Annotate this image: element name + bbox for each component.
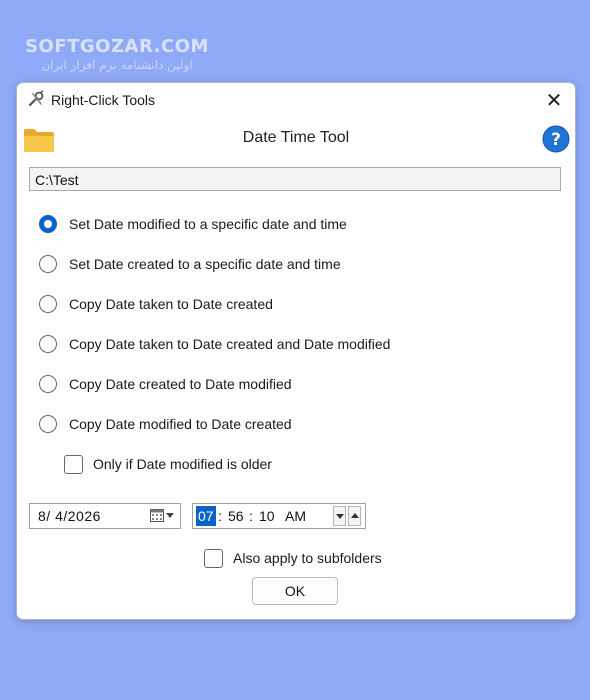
chevron-down-icon	[336, 514, 344, 519]
close-icon: ✕	[545, 89, 563, 112]
time-separator: :	[218, 508, 222, 524]
svg-text:?: ?	[551, 130, 561, 150]
watermark-subtitle: اولین دانشنامه نرم افزار ایران	[41, 58, 193, 72]
watermark: SOFTGOZAR.COM اولین دانشنامه نرم افزار ا…	[12, 36, 222, 72]
subfolders-checkbox[interactable]	[204, 548, 223, 568]
subfolders-label: Also apply to subfolders	[233, 550, 382, 566]
option-label: Copy Date modified to Date created	[69, 416, 292, 432]
time-spin-down-button[interactable]	[333, 506, 346, 526]
option-copy-created-to-modified[interactable]: Copy Date created to Date modified	[39, 372, 292, 396]
only-if-older-checkbox[interactable]	[64, 454, 83, 474]
option-label: Copy Date taken to Date created	[69, 296, 273, 312]
time-spin-up-button[interactable]	[348, 506, 361, 526]
chevron-up-icon	[351, 513, 359, 518]
radio-button[interactable]	[39, 335, 57, 353]
title-bar: Right-Click Tools ✕	[17, 83, 575, 117]
radio-button[interactable]	[39, 295, 57, 313]
date-value[interactable]: 8/ 4/2026	[38, 504, 101, 528]
option-copy-taken-to-created-and-modified[interactable]: Copy Date taken to Date created and Date…	[39, 332, 390, 356]
tools-icon	[28, 90, 44, 107]
option-copy-modified-to-created[interactable]: Copy Date modified to Date created	[39, 412, 292, 436]
watermark-title: SOFTGOZAR.COM	[25, 36, 209, 57]
only-if-older-checkbox-row[interactable]: Only if Date modified is older	[64, 452, 272, 476]
time-second[interactable]: 10	[259, 504, 275, 528]
option-set-date-modified[interactable]: Set Date modified to a specific date and…	[39, 212, 347, 236]
radio-button[interactable]	[39, 215, 57, 233]
option-label: Copy Date taken to Date created and Date…	[69, 336, 391, 352]
close-button[interactable]: ✕	[539, 87, 569, 113]
time-separator: :	[249, 508, 253, 524]
date-picker[interactable]: 8/ 4/2026	[29, 503, 181, 529]
help-icon[interactable]: ?	[542, 125, 570, 153]
option-label: Set Date modified to a specific date and…	[69, 216, 347, 232]
subfolders-checkbox-row[interactable]: Also apply to subfolders	[204, 546, 382, 570]
ok-button[interactable]: OK	[252, 577, 338, 605]
calendar-icon[interactable]	[150, 509, 164, 522]
time-minute[interactable]: 56	[228, 504, 244, 528]
option-label: Copy Date created to Date modified	[69, 376, 292, 392]
tool-title: Date Time Tool	[242, 129, 350, 146]
radio-button[interactable]	[39, 415, 57, 433]
option-set-date-created[interactable]: Set Date created to a specific date and …	[39, 252, 341, 276]
time-picker[interactable]: 07 : 56 : 10 AM	[192, 503, 366, 529]
window-title: Right-Click Tools	[51, 92, 155, 108]
path-field[interactable]: C:\Test	[29, 167, 561, 191]
option-copy-taken-to-created[interactable]: Copy Date taken to Date created	[39, 292, 273, 316]
time-hour[interactable]: 07	[196, 506, 216, 526]
chevron-down-icon[interactable]	[166, 513, 174, 518]
time-ampm[interactable]: AM	[285, 504, 306, 528]
radio-button[interactable]	[39, 255, 57, 273]
option-label: Set Date created to a specific date and …	[69, 256, 341, 272]
radio-button[interactable]	[39, 375, 57, 393]
only-if-older-label: Only if Date modified is older	[93, 456, 272, 472]
dialog-window: Right-Click Tools ✕ Date Time Tool ? C:\…	[16, 82, 576, 620]
